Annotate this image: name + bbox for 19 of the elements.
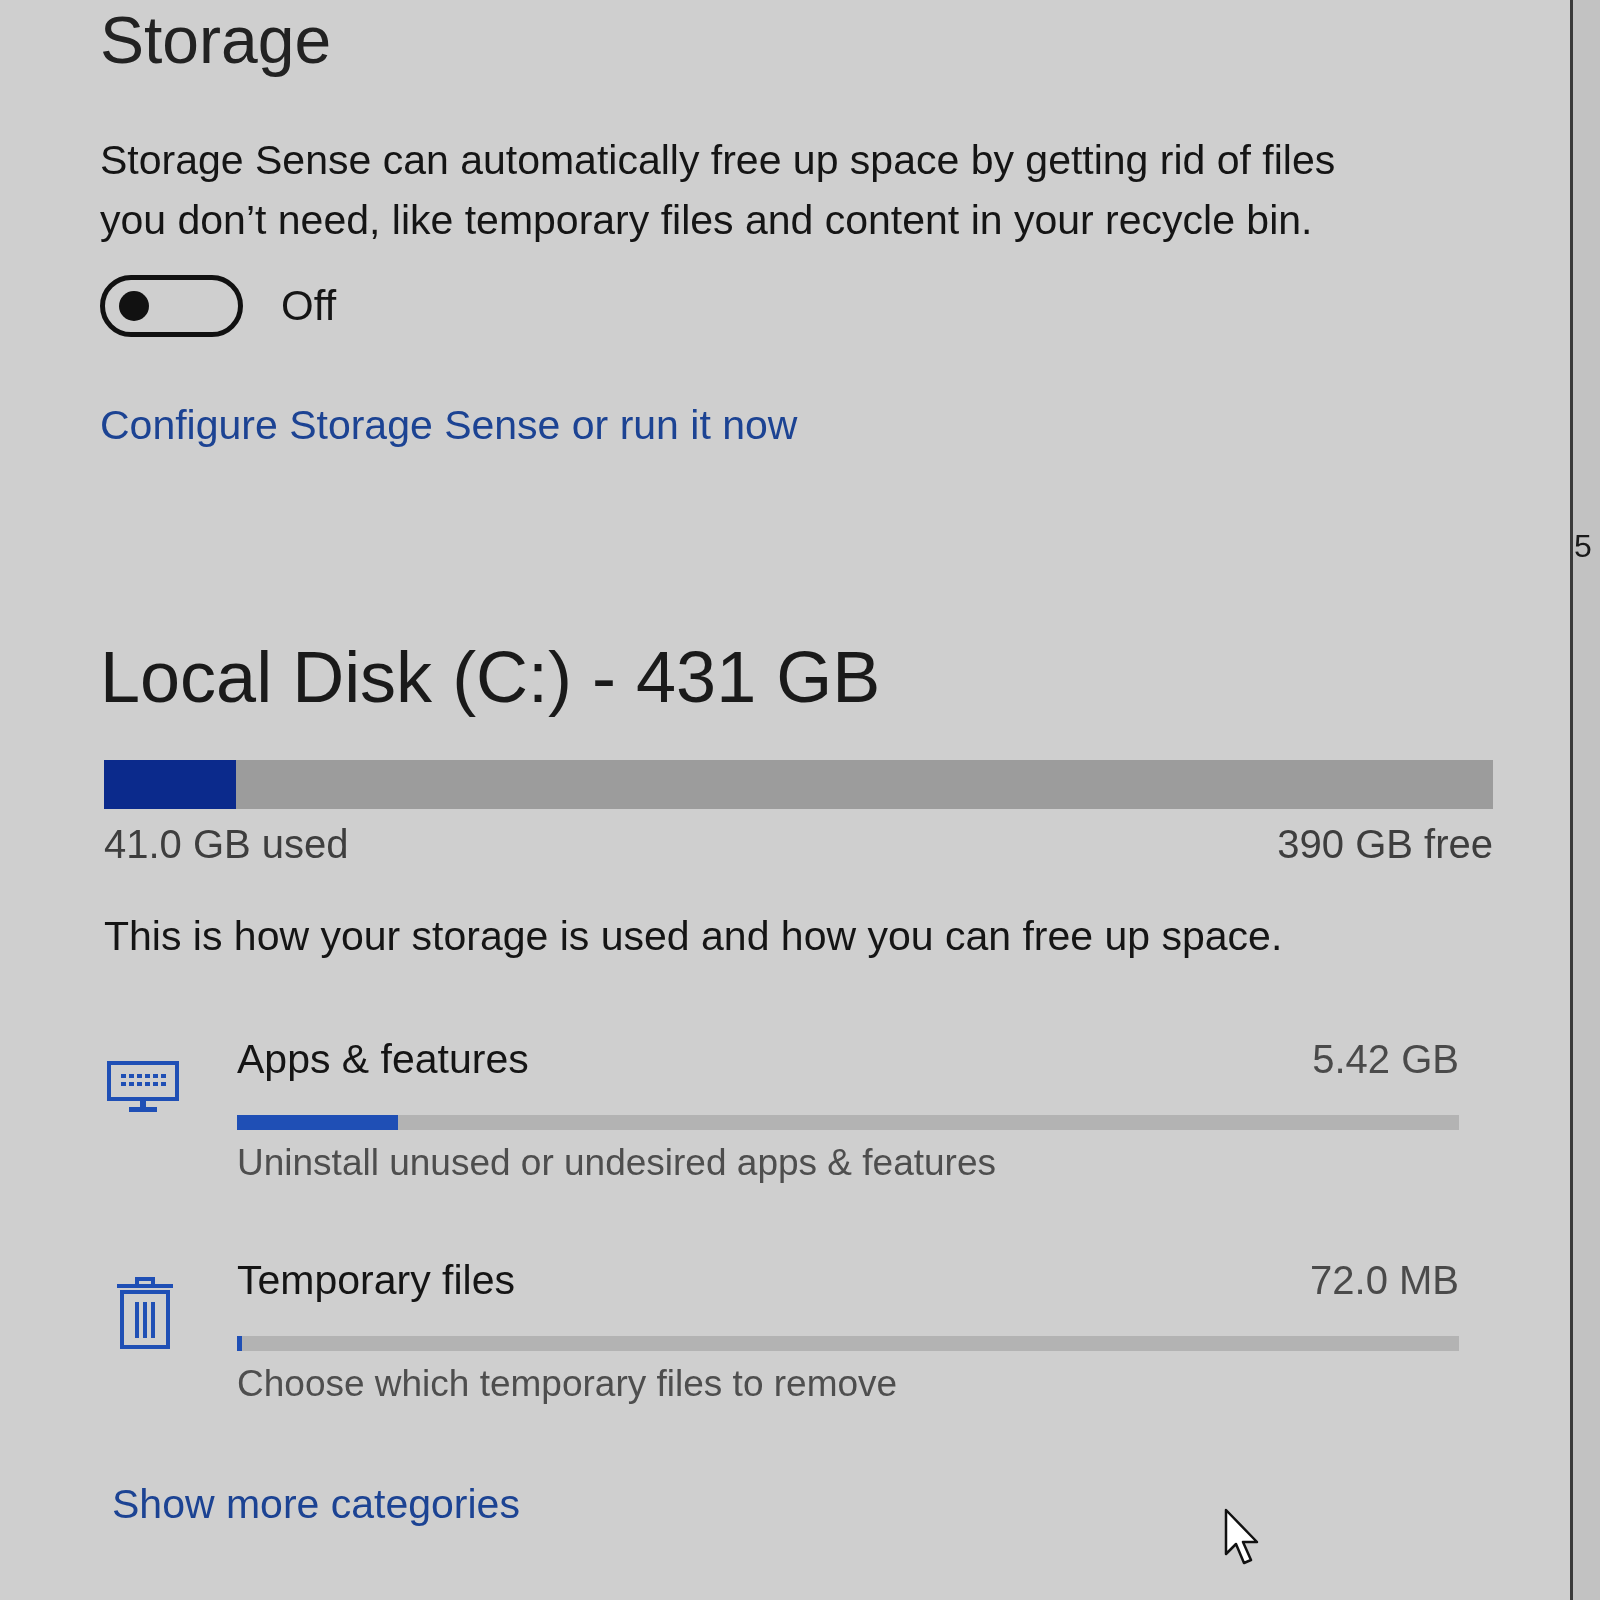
category-hint: Choose which temporary files to remove (237, 1363, 899, 1405)
configure-storage-sense-link[interactable]: Configure Storage Sense or run it now (100, 401, 798, 449)
storage-sense-description: Storage Sense can automatically free up space by getting rid of files you don’t need, like temporary files and content in your recycle bin. (100, 136, 1337, 245)
show-more-categories-link[interactable]: Show more categories (112, 1480, 520, 1528)
storage-sense-toggle[interactable] (100, 275, 243, 337)
category-size: 72.0 MB (1310, 1257, 1459, 1304)
panel-text-fragment: 5 (1573, 528, 1593, 564)
page-title: Storage (100, 2, 332, 79)
category-name[interactable]: Apps & features (237, 1035, 529, 1083)
usage-intro-text: This is how your storage is used and how you can free up space. (104, 913, 1283, 960)
toggle-state-label: Off (281, 282, 337, 330)
disk-title: Local Disk (C:) - 431 GB (100, 639, 881, 715)
free-space-label: 390 GB free (1277, 822, 1493, 867)
trash-icon (115, 1276, 175, 1350)
used-space-label: 41.0 GB used (104, 822, 349, 867)
category-size: 5.42 GB (1312, 1036, 1459, 1083)
monitor-icon (107, 1061, 179, 1113)
category-name[interactable]: Temporary files (237, 1256, 515, 1304)
category-hint: Uninstall unused or undesired apps & features (237, 1142, 997, 1184)
